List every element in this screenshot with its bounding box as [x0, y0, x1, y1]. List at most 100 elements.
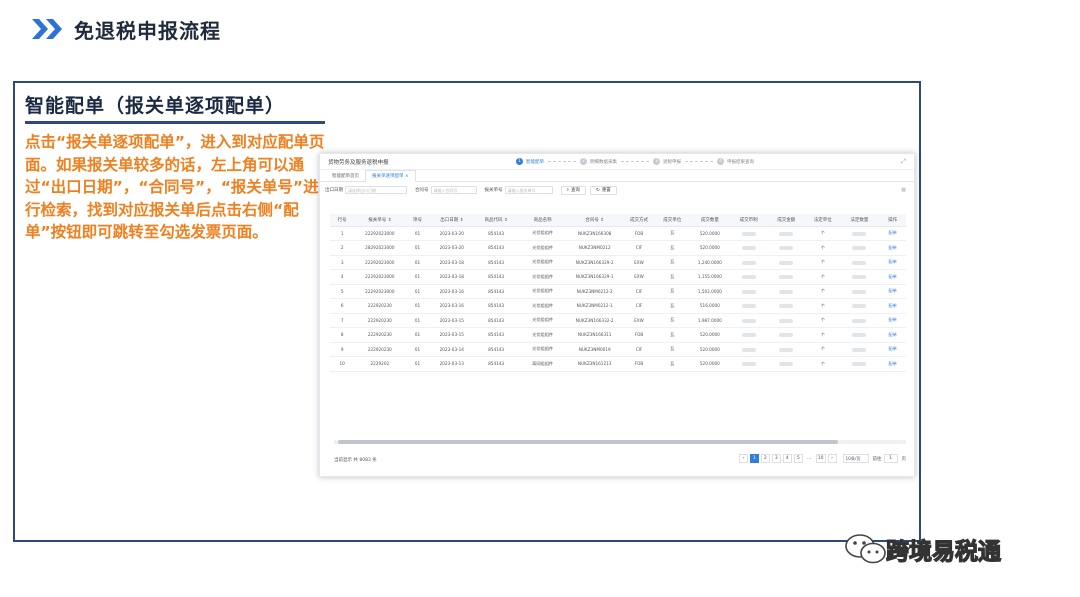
table-cell: 个: [806, 313, 840, 328]
match-button[interactable]: 配单: [888, 361, 896, 366]
column-header: 成交方式: [622, 214, 656, 227]
table-cell: [730, 269, 767, 285]
table-cell: 520.0000: [688, 240, 731, 256]
tab-smart-match-home[interactable]: 智能配单首页: [326, 171, 365, 181]
reset-button[interactable]: ↻ 重置: [590, 185, 617, 195]
match-button[interactable]: 配单: [888, 259, 896, 264]
column-header[interactable]: 合同号 ⇕: [567, 214, 623, 227]
match-button[interactable]: 配单: [888, 230, 896, 235]
table-cell: [730, 226, 767, 241]
match-button[interactable]: 配单: [888, 346, 896, 351]
table-cell: 6: [330, 298, 355, 314]
table-cell: [766, 313, 807, 328]
table-cell: 光伏组组件: [518, 269, 567, 285]
page-button[interactable]: 1: [749, 454, 759, 463]
match-button[interactable]: 配单: [888, 288, 896, 293]
page-button[interactable]: 2: [760, 454, 770, 463]
table-cell: NUKZ3N166329-2: [567, 255, 623, 270]
horizontal-scrollbar[interactable]: [334, 440, 906, 444]
content-frame: 智能配单（报关单逐项配单） 点击“报关单逐项配单”，进入到对应配单页面。如果报关…: [13, 81, 921, 542]
refresh-icon: ↻: [596, 187, 600, 193]
column-header[interactable]: 商品代码 ⇕: [473, 214, 519, 227]
scrollbar-thumb[interactable]: [338, 440, 838, 444]
column-header[interactable]: 出口日期 ⇕: [429, 214, 474, 227]
match-button[interactable]: 配单: [888, 274, 896, 279]
column-header[interactable]: 报关单号 ⇕: [354, 214, 406, 227]
next-page-button[interactable]: ›: [827, 454, 837, 463]
blurred-value: [852, 333, 867, 338]
export-date-input[interactable]: 请选择出口日期: [345, 186, 407, 194]
step-1[interactable]: 1 智能配单: [516, 158, 544, 165]
page-button[interactable]: 5: [793, 454, 803, 463]
match-button[interactable]: 配单: [888, 303, 896, 308]
table-cell: [839, 356, 880, 372]
step-3[interactable]: 3 退税申报: [653, 158, 681, 165]
embedded-screenshot: 货物劳务及服务退税申报 1 智能配单 2 明细数据采集 3 退税申报 4 申报结…: [319, 153, 915, 477]
table-cell: 01: [405, 240, 430, 256]
column-header: 操作: [879, 214, 906, 227]
table-cell: 01: [405, 298, 430, 314]
table-cell: [730, 298, 767, 314]
table-cell: 222920230: [354, 313, 406, 328]
column-header: 商品名称: [518, 214, 567, 227]
table-cell: 854143: [473, 226, 519, 241]
search-button[interactable]: ⌕ 查询: [560, 185, 587, 195]
contract-input[interactable]: 请输入合同号: [430, 186, 477, 194]
expand-icon[interactable]: ⤢: [901, 158, 906, 166]
table-row: 4 22292023000 01 2023-03-18 854143 光伏组组件 NUKZ3…: [330, 269, 906, 285]
table-cell: 配单: [879, 342, 906, 357]
table-footer: 当前显示 共 8083 条 ‹ 1 2 3 4 5... 10 › 10条/页 前往 1 …: [334, 454, 906, 466]
table-cell: 光伏组组件: [518, 284, 567, 299]
page-size-select[interactable]: 10条/页: [842, 454, 869, 463]
blurred-value: [852, 289, 867, 294]
match-button[interactable]: 配单: [888, 245, 896, 250]
table-cell: 个: [806, 269, 840, 285]
tab-declaration-match[interactable]: 报关单逐项配单 ×: [365, 170, 416, 182]
filter-bar: 出口日期 请选择出口日期 合同号 请输入合同号 报关单号 请输入报关单号 ⌕ 查询…: [325, 185, 906, 195]
match-button[interactable]: 配单: [888, 332, 896, 337]
table-cell: [839, 298, 880, 314]
table-cell: 个: [806, 284, 840, 299]
declaration-table: 行号 报关单号 ⇕ 项号 出口日期 ⇕ 商品代码 ⇕ 商品名称 合同号 ⇕ 成交方式 成交单位成…: [330, 214, 906, 372]
table-cell: 瓦: [655, 298, 689, 314]
table-cell: 520.0000: [688, 356, 731, 372]
declaration-input[interactable]: 请输入报关单号: [504, 186, 553, 194]
table-cell: 1,155.0000: [688, 269, 731, 285]
blurred-value: [779, 318, 794, 323]
table-cell: NUKZ3NM0212-1: [567, 298, 623, 314]
page-button[interactable]: 10: [815, 454, 826, 463]
table-cell: 22292023000: [354, 226, 406, 241]
table-cell: 5: [330, 284, 355, 299]
page-button[interactable]: 3: [771, 454, 781, 463]
table-cell: 854143: [473, 255, 519, 270]
prev-page-button[interactable]: ‹: [738, 454, 748, 463]
table-cell: 1: [330, 226, 355, 241]
column-header: 成交金额: [766, 214, 807, 227]
table-cell: 光伏组组件: [518, 327, 567, 343]
table-cell: 光伏组组件: [518, 226, 567, 241]
blurred-value: [741, 333, 756, 338]
page-button[interactable]: 4: [782, 454, 792, 463]
blurred-value: [779, 275, 794, 280]
column-settings-icon[interactable]: ▦: [901, 187, 906, 193]
table-cell: CIF: [622, 240, 656, 256]
table-cell: [839, 269, 880, 285]
step-2[interactable]: 2 明细数据采集: [580, 158, 617, 165]
table-cell: NUKZ3N166332-2: [567, 313, 623, 328]
search-icon: ⌕: [566, 188, 570, 193]
table-cell: NUKZ3N166311: [567, 327, 623, 343]
table-cell: [766, 226, 807, 241]
match-button[interactable]: 配单: [888, 317, 896, 322]
goto-page-input[interactable]: 1: [883, 454, 898, 463]
blurred-value: [741, 362, 756, 367]
blurred-value: [779, 260, 794, 265]
screenshot-title: 货物劳务及服务退税申报: [328, 159, 389, 166]
table-cell: FOB: [622, 226, 656, 241]
table-cell: 854143: [473, 342, 519, 357]
table-cell: 个: [806, 327, 840, 343]
step-4[interactable]: 4 申报结果查询: [717, 158, 754, 165]
table-cell: 配单: [879, 240, 906, 256]
table-cell: [766, 327, 807, 343]
column-header: 项号: [405, 214, 430, 227]
table-cell: 配单: [879, 284, 906, 299]
